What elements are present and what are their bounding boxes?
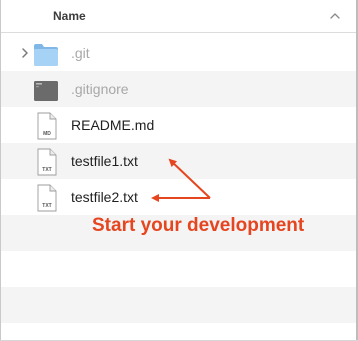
text-file-icon: TXT	[37, 184, 57, 212]
generic-file-icon	[34, 81, 58, 101]
list-item-testfile2[interactable]: TXT testfile2.txt	[1, 179, 356, 215]
markdown-file-icon: MD	[37, 112, 57, 140]
annotation-text: Start your development	[92, 215, 305, 236]
name-column-header[interactable]: Name	[1, 0, 356, 33]
file-badge: TXT	[42, 167, 51, 173]
file-badge: MD	[43, 131, 51, 137]
empty-row	[1, 287, 356, 323]
name-column-label: Name	[53, 9, 86, 23]
folder-icon	[34, 44, 58, 66]
disclosure-triangle-icon[interactable]	[20, 46, 30, 60]
text-file-icon: TXT	[37, 148, 57, 176]
file-badge: TXT	[42, 203, 51, 209]
file-name: testfile2.txt	[71, 189, 138, 205]
file-name: README.md	[71, 117, 155, 133]
file-name: .gitignore	[71, 81, 129, 97]
file-name: .git	[71, 45, 90, 61]
list-item-git[interactable]: .git	[1, 35, 356, 71]
list-item-gitignore[interactable]: .gitignore	[1, 71, 356, 107]
finder-window: Name .git .gitignore MD README.md TXT te…	[0, 0, 358, 341]
list-item-readme[interactable]: MD README.md	[1, 107, 356, 143]
list-item-testfile1[interactable]: TXT testfile1.txt	[1, 143, 356, 179]
empty-row	[1, 251, 356, 287]
sort-ascending-chevron-icon[interactable]	[328, 10, 342, 22]
file-name: testfile1.txt	[71, 153, 138, 169]
